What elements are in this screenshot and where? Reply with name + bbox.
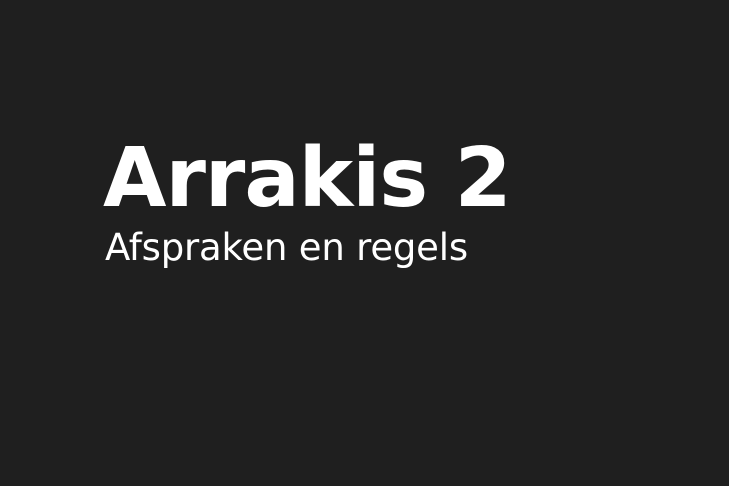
page-title: Arrakis 2: [103, 131, 512, 226]
title-card: Arrakis 2 Afspraken en regels: [0, 0, 729, 486]
page-subtitle: Afspraken en regels: [105, 226, 468, 269]
title-block: Arrakis 2 Afspraken en regels: [103, 138, 623, 269]
